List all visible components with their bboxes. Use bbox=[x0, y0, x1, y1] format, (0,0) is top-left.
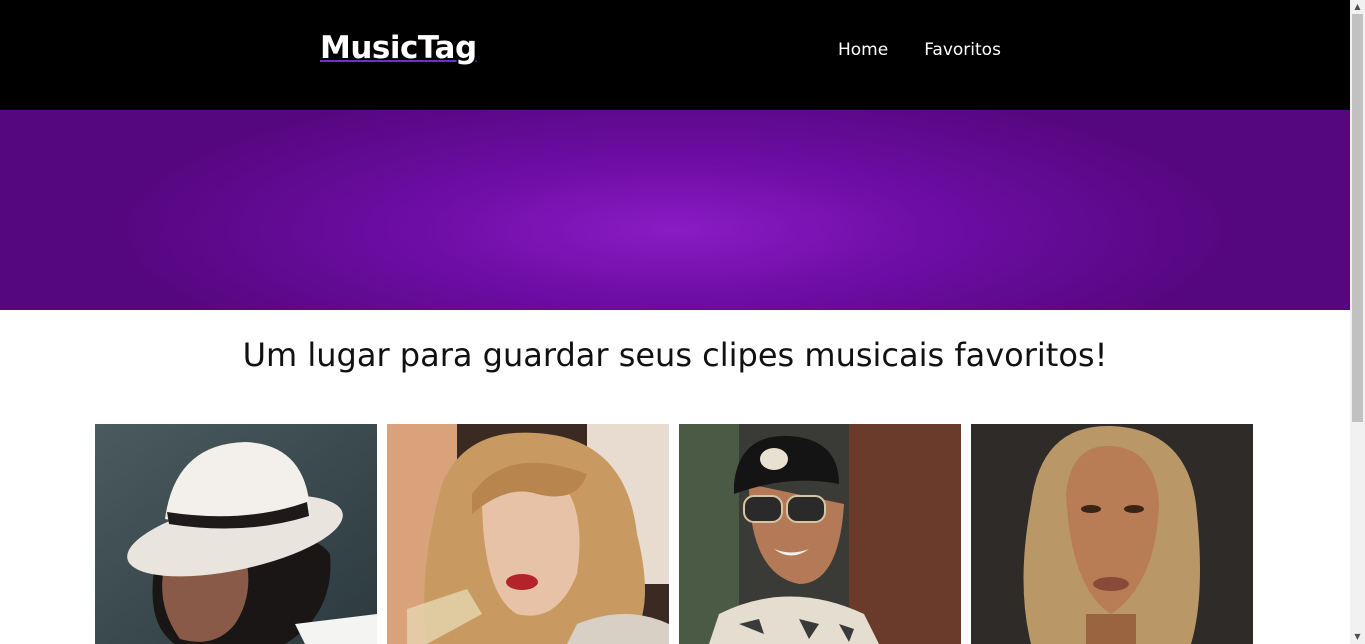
artist-card[interactable] bbox=[971, 424, 1253, 644]
scroll-up-icon[interactable]: ▲ bbox=[1350, 0, 1365, 14]
scroll-thumb[interactable] bbox=[1352, 14, 1363, 422]
artist-cards bbox=[95, 424, 1253, 644]
page-scrollbar[interactable]: ▲ ▼ bbox=[1350, 0, 1365, 644]
site-header: MusicTag Home Favoritos bbox=[0, 0, 1350, 110]
page-tagline: Um lugar para guardar seus clipes musica… bbox=[242, 336, 1108, 374]
artist-card[interactable] bbox=[95, 424, 377, 644]
artist-card[interactable] bbox=[679, 424, 961, 644]
artist-photo-longhair bbox=[971, 424, 1253, 644]
nav-home[interactable]: Home bbox=[838, 40, 888, 60]
artist-photo-cap bbox=[679, 424, 961, 644]
hero-banner bbox=[0, 110, 1350, 310]
nav-favoritos[interactable]: Favoritos bbox=[924, 40, 1001, 60]
logo[interactable]: MusicTag bbox=[320, 30, 477, 66]
main-nav: Home Favoritos bbox=[838, 40, 1001, 60]
artist-photo-blonde bbox=[387, 424, 669, 644]
artist-photo-fedora bbox=[95, 424, 377, 644]
scroll-down-icon[interactable]: ▼ bbox=[1350, 630, 1365, 644]
page: MusicTag Home Favoritos Um lugar para gu… bbox=[0, 0, 1350, 644]
artist-card[interactable] bbox=[387, 424, 669, 644]
